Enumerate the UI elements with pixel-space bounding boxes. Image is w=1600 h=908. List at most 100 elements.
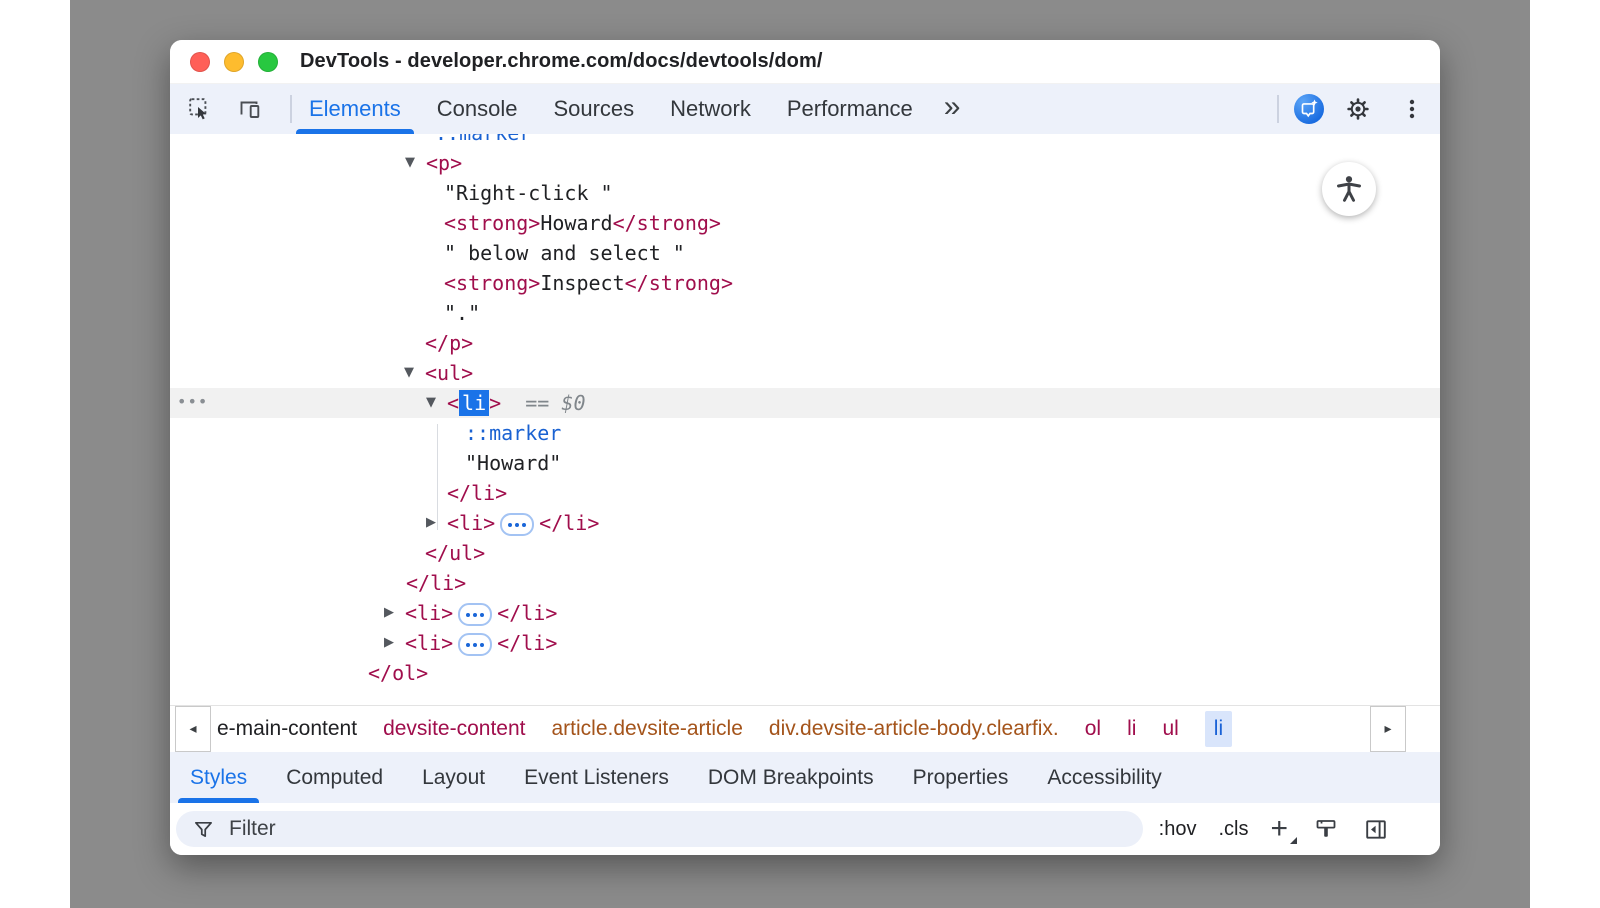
tag-token: <li> bbox=[447, 511, 495, 535]
breadcrumb-item[interactable]: li bbox=[1127, 717, 1136, 741]
dom-node-row[interactable]: " below and select " bbox=[170, 238, 1440, 268]
close-button[interactable] bbox=[190, 52, 210, 72]
tag-token: </li> bbox=[539, 511, 599, 535]
collapse-arrow-icon[interactable]: ▼ bbox=[404, 358, 414, 388]
ai-assistance-icon[interactable] bbox=[1294, 94, 1324, 124]
more-tabs-icon[interactable]: » bbox=[934, 82, 971, 132]
text-node: "Howard" bbox=[465, 451, 561, 475]
tab-performance[interactable]: Performance bbox=[772, 84, 928, 134]
dom-node-row[interactable]: </li> bbox=[170, 568, 1440, 598]
tag-token: </li> bbox=[447, 481, 507, 505]
breadcrumb-item[interactable]: e-main-content bbox=[217, 717, 357, 741]
elements-dom-tree: ::marker▼<p>"Right-click "<strong>Howard… bbox=[170, 134, 1440, 705]
toggle-hov-button[interactable]: :hov bbox=[1159, 818, 1197, 841]
breadcrumb-scroll-right-button[interactable]: ▸ bbox=[1370, 706, 1406, 752]
dom-node-row[interactable]: </ol> bbox=[170, 658, 1440, 688]
tag-token: <li> bbox=[405, 601, 453, 625]
filter-input-wrap[interactable] bbox=[176, 811, 1143, 847]
dom-node-row[interactable]: </li> bbox=[170, 478, 1440, 508]
dom-node-row[interactable]: ::marker bbox=[170, 134, 1440, 148]
dom-node-row[interactable]: ▶<li></li> bbox=[170, 628, 1440, 658]
styles-filter-bar: :hov .cls + bbox=[170, 803, 1440, 855]
breadcrumb-item[interactable]: div.devsite-article-body.clearfix. bbox=[769, 717, 1059, 741]
dom-node-row[interactable]: <strong>Howard</strong> bbox=[170, 208, 1440, 238]
tag-token: <strong> bbox=[444, 271, 540, 295]
breadcrumb-item[interactable]: li bbox=[1205, 711, 1232, 747]
pseudo-element-node[interactable]: ::marker bbox=[465, 421, 561, 445]
dom-node-row[interactable]: </p> bbox=[170, 328, 1440, 358]
sidebar-tab-properties[interactable]: Properties bbox=[901, 752, 1021, 803]
dom-node-row[interactable]: "Right-click " bbox=[170, 178, 1440, 208]
tab-console[interactable]: Console bbox=[422, 84, 533, 134]
rendering-brush-icon[interactable] bbox=[1314, 817, 1338, 841]
titlebar[interactable]: DevTools - developer.chrome.com/docs/dev… bbox=[170, 40, 1440, 84]
tag-token: </strong> bbox=[625, 271, 733, 295]
sidebar-tab-styles[interactable]: Styles bbox=[178, 752, 259, 803]
sidebar-tab-layout[interactable]: Layout bbox=[410, 752, 497, 803]
inspect-icon[interactable] bbox=[188, 97, 212, 121]
tag-token: <li> bbox=[405, 631, 453, 655]
text-node: " below and select " bbox=[444, 241, 685, 265]
breadcrumb-item[interactable]: ol bbox=[1085, 717, 1101, 741]
dom-node-row[interactable]: ▼<ul> bbox=[170, 358, 1440, 388]
collapsed-content-button[interactable] bbox=[458, 633, 492, 656]
breadcrumb-item[interactable]: devsite-content bbox=[383, 717, 525, 741]
panel-tabs: ElementsConsoleSourcesNetworkPerformance bbox=[294, 84, 934, 134]
device-toolbar-icon[interactable] bbox=[238, 97, 262, 121]
breadcrumb-item[interactable]: ul bbox=[1162, 717, 1178, 741]
text-node: Inspect bbox=[540, 271, 624, 295]
dom-node-row[interactable]: ▶<li></li> bbox=[170, 598, 1440, 628]
tab-sources[interactable]: Sources bbox=[538, 84, 649, 134]
dom-node-row[interactable]: </ul> bbox=[170, 538, 1440, 568]
more-menu-icon[interactable] bbox=[1400, 97, 1424, 121]
toolbar-separator bbox=[290, 95, 292, 123]
filter-input[interactable] bbox=[227, 816, 1127, 842]
dom-node-row[interactable]: "." bbox=[170, 298, 1440, 328]
plus-dropdown-corner-icon bbox=[1290, 837, 1297, 844]
collapsed-content-button[interactable] bbox=[458, 603, 492, 626]
collapse-arrow-icon[interactable]: ▼ bbox=[426, 388, 436, 418]
pseudo-element-node[interactable]: ::marker bbox=[435, 134, 531, 145]
toggle-sidebar-icon[interactable] bbox=[1364, 817, 1388, 841]
dom-node-row[interactable]: "Howard" bbox=[170, 448, 1440, 478]
toolbar-right-cluster bbox=[1277, 84, 1424, 134]
collapse-arrow-icon[interactable]: ▼ bbox=[405, 148, 415, 178]
tag-token: > bbox=[489, 391, 501, 415]
sidebar-tab-dom-breakpoints[interactable]: DOM Breakpoints bbox=[696, 752, 886, 803]
breadcrumb-item[interactable]: article.devsite-article bbox=[552, 717, 743, 741]
console-var-hint: $0 bbox=[561, 391, 585, 415]
sidebar-tab-computed[interactable]: Computed bbox=[274, 752, 395, 803]
dom-node-row[interactable]: ▶ <li> </li> bbox=[170, 508, 1440, 538]
sidebar-tab-accessibility[interactable]: Accessibility bbox=[1035, 752, 1173, 803]
tag-token: </p> bbox=[425, 331, 473, 355]
breadcrumb: e-main-content devsite-content article.dev… bbox=[217, 711, 1232, 747]
hidden-rows-indicator: ••• bbox=[177, 388, 208, 416]
sidebar-tabs: Styles Computed Layout Event Listeners DOM B… bbox=[170, 752, 1440, 803]
new-style-rule-button[interactable]: + bbox=[1270, 817, 1288, 841]
settings-gear-icon[interactable] bbox=[1346, 97, 1370, 121]
equals-sign: == bbox=[501, 391, 561, 415]
tag-token: <p> bbox=[426, 151, 462, 175]
expand-arrow-icon[interactable]: ▶ bbox=[384, 598, 394, 628]
tab-network[interactable]: Network bbox=[655, 84, 766, 134]
dom-node-row[interactable]: ::marker bbox=[170, 418, 1440, 448]
dom-node-selected[interactable]: ••• ▼ <li> == $0 bbox=[170, 388, 1440, 418]
expand-arrow-icon[interactable]: ▶ bbox=[384, 628, 394, 658]
main-toolbar: ElementsConsoleSourcesNetworkPerformance… bbox=[170, 84, 1440, 134]
breadcrumb-scroll-left-button[interactable]: ◂ bbox=[175, 706, 211, 752]
tag-token: </ul> bbox=[425, 541, 485, 565]
dom-node-row[interactable]: <strong>Inspect</strong> bbox=[170, 268, 1440, 298]
selected-tag-name[interactable]: li bbox=[459, 390, 489, 416]
minimize-button[interactable] bbox=[224, 52, 244, 72]
expand-arrow-icon[interactable]: ▶ bbox=[426, 508, 436, 538]
tag-token: </strong> bbox=[613, 211, 721, 235]
zoom-button[interactable] bbox=[258, 52, 278, 72]
toolbar-separator bbox=[1277, 95, 1279, 123]
sidebar-tab-event-listeners[interactable]: Event Listeners bbox=[512, 752, 681, 803]
tab-elements[interactable]: Elements bbox=[294, 84, 416, 134]
collapsed-content-button[interactable] bbox=[500, 513, 534, 536]
tag-token: < bbox=[447, 391, 459, 415]
text-node: "Right-click " bbox=[444, 181, 613, 205]
dom-node-row[interactable]: ▼ <p> bbox=[170, 148, 1440, 178]
toggle-cls-button[interactable]: .cls bbox=[1218, 818, 1248, 841]
